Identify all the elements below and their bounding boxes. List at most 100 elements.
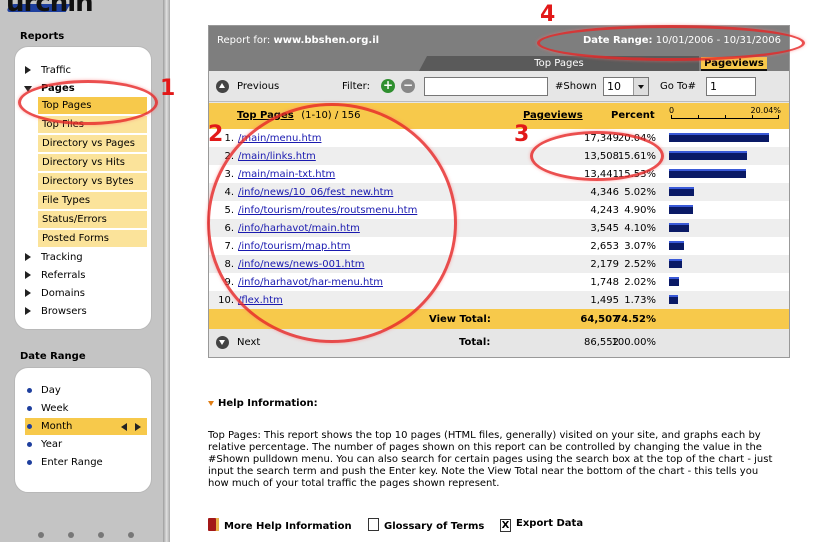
decor-dot bbox=[68, 532, 74, 538]
remove-filter-icon[interactable]: − bbox=[401, 79, 415, 93]
export-data-link[interactable]: X Export Data bbox=[500, 518, 583, 532]
row-bar bbox=[669, 133, 769, 142]
report-toolbar: Previous Filter: + − #Shown 10 Go To# bbox=[209, 71, 789, 102]
row-bar bbox=[669, 151, 747, 160]
callout-ellipse-1 bbox=[18, 80, 158, 125]
expand-arrow-icon bbox=[25, 307, 31, 315]
expand-arrow-icon bbox=[25, 253, 31, 261]
subnav-status-errors[interactable]: Status/Errors bbox=[38, 211, 147, 228]
chevron-down-icon[interactable] bbox=[633, 78, 648, 95]
callout-number-2: 2 bbox=[208, 122, 224, 147]
row-number: 10. bbox=[218, 295, 234, 306]
row-bar bbox=[669, 223, 689, 232]
nav-tracking[interactable]: Tracking bbox=[15, 249, 153, 267]
date-week[interactable]: Week bbox=[15, 400, 153, 417]
add-filter-icon[interactable]: + bbox=[381, 79, 395, 93]
next-link[interactable]: Next bbox=[237, 337, 260, 348]
view-total-label: View Total: bbox=[429, 314, 491, 325]
report-for-label: Report for: bbox=[217, 35, 271, 46]
scale-min: 0 bbox=[669, 106, 675, 115]
filter-input[interactable] bbox=[424, 77, 548, 96]
goto-input[interactable] bbox=[706, 77, 756, 96]
subnav-directory-vs-hits[interactable]: Directory vs Hits bbox=[38, 154, 147, 171]
help-text: Top Pages: This report shows the top 10 … bbox=[208, 430, 773, 489]
glossary-link[interactable]: Glossary of Terms bbox=[368, 518, 484, 532]
subnav-directory-vs-bytes[interactable]: Directory vs Bytes bbox=[38, 173, 147, 190]
nav-domains[interactable]: Domains bbox=[15, 285, 153, 303]
row-bar bbox=[669, 187, 694, 196]
subnav-label: Directory vs Hits bbox=[42, 157, 126, 168]
subnav-label: Directory vs Pages bbox=[42, 138, 135, 149]
filter-label: Filter: bbox=[342, 81, 370, 92]
subnav-posted-forms[interactable]: Posted Forms bbox=[38, 230, 147, 247]
expand-arrow-icon bbox=[25, 66, 31, 74]
scale-tick bbox=[671, 115, 672, 119]
shown-select[interactable]: 10 bbox=[603, 77, 649, 96]
more-help-label[interactable]: More Help Information bbox=[224, 521, 352, 532]
date-label: Year bbox=[41, 439, 63, 450]
app-logo: urchin bbox=[6, 0, 94, 18]
subnav-label: File Types bbox=[42, 195, 91, 206]
more-help-link[interactable]: More Help Information bbox=[208, 518, 352, 532]
scale-max: 20.04% bbox=[750, 106, 781, 115]
subnav-label: Posted Forms bbox=[42, 233, 110, 244]
row-percent: 2.02% bbox=[624, 277, 656, 288]
date-enter-range[interactable]: Enter Range bbox=[15, 454, 153, 471]
callout-number-3: 3 bbox=[514, 122, 530, 147]
row-bar bbox=[669, 277, 679, 286]
next-icon[interactable] bbox=[216, 336, 229, 349]
row-percent: 4.90% bbox=[624, 205, 656, 216]
subnav-file-types[interactable]: File Types bbox=[38, 192, 147, 209]
col-pageviews-label[interactable]: Pageviews bbox=[523, 110, 583, 121]
nav-browsers-label: Browsers bbox=[41, 306, 87, 317]
glossary-label[interactable]: Glossary of Terms bbox=[384, 521, 484, 532]
previous-link[interactable]: Previous bbox=[237, 81, 279, 92]
row-percent: 3.07% bbox=[624, 241, 656, 252]
date-label: Month bbox=[41, 421, 73, 432]
scale-tick bbox=[778, 115, 779, 119]
row-bar bbox=[669, 259, 682, 268]
export-data-label[interactable]: Export Data bbox=[516, 518, 583, 529]
row-bar bbox=[669, 169, 746, 178]
bullet-icon bbox=[27, 424, 32, 429]
previous-icon[interactable] bbox=[216, 80, 229, 93]
date-range-panel: Day Week Month Year Enter Range bbox=[14, 367, 152, 493]
date-year[interactable]: Year bbox=[15, 436, 153, 453]
shown-value: 10 bbox=[607, 80, 621, 93]
date-month[interactable]: Month bbox=[25, 418, 147, 435]
decor-dot bbox=[128, 532, 134, 538]
document-icon bbox=[368, 518, 379, 531]
prev-month-icon[interactable] bbox=[121, 423, 127, 431]
nav-referrals[interactable]: Referrals bbox=[15, 267, 153, 285]
total-percent: 100.00% bbox=[611, 337, 657, 348]
nav-traffic-label: Traffic bbox=[41, 65, 72, 76]
col-pageviews[interactable]: Pageviews bbox=[523, 110, 583, 121]
view-total-percent: 74.52% bbox=[614, 314, 656, 325]
export-x-icon: X bbox=[500, 519, 511, 532]
scale-tick bbox=[698, 115, 699, 119]
nav-traffic[interactable]: Traffic bbox=[15, 62, 153, 80]
row-bar bbox=[669, 241, 684, 250]
decor-dot bbox=[38, 532, 44, 538]
row-percent: 2.52% bbox=[624, 259, 656, 270]
callout-number-4: 4 bbox=[540, 2, 556, 27]
help-toggle-icon[interactable] bbox=[208, 401, 214, 406]
date-day[interactable]: Day bbox=[15, 382, 153, 399]
row-bar bbox=[669, 295, 678, 304]
nav-browsers[interactable]: Browsers bbox=[15, 303, 153, 321]
help-title[interactable]: Help Information: bbox=[218, 398, 318, 409]
reports-title: Reports bbox=[20, 31, 65, 42]
callout-ellipse-3 bbox=[530, 131, 664, 181]
date-range-title: Date Range bbox=[20, 351, 86, 362]
subnav-label: Status/Errors bbox=[42, 214, 107, 225]
shown-label: #Shown bbox=[555, 81, 597, 92]
callout-number-1: 1 bbox=[160, 76, 176, 101]
expand-arrow-icon bbox=[25, 289, 31, 297]
scale-tick bbox=[725, 115, 726, 119]
scale-tick bbox=[752, 115, 753, 119]
date-label: Week bbox=[41, 403, 69, 414]
date-label: Day bbox=[41, 385, 61, 396]
next-month-icon[interactable] bbox=[135, 423, 141, 431]
subnav-directory-vs-pages[interactable]: Directory vs Pages bbox=[38, 135, 147, 152]
nav-tracking-label: Tracking bbox=[41, 252, 83, 263]
